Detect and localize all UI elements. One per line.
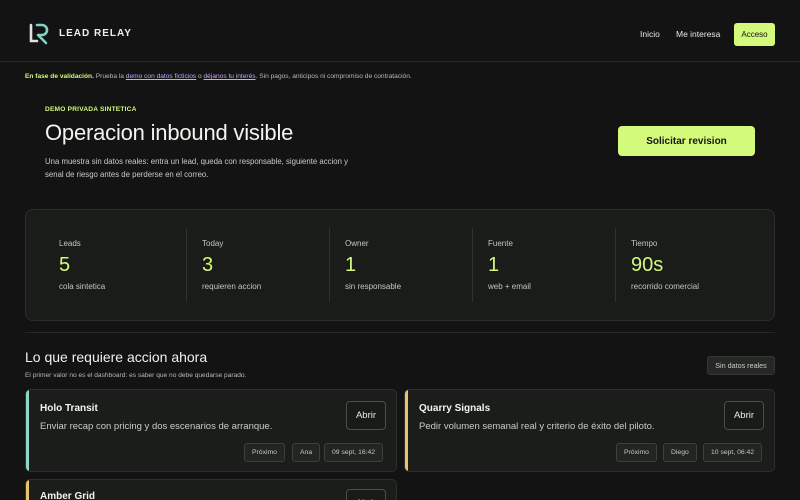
- card-name: Holo Transit: [40, 403, 98, 414]
- lead-card-quarry-signals[interactable]: Quarry Signals Pedir volumen semanal rea…: [404, 389, 775, 472]
- stats-panel: Leads 5 cola sintetica Today 3 requieren…: [25, 209, 775, 321]
- notice-text-3: . Sin pagos, anticipos ni compromiso de …: [255, 73, 412, 80]
- card-description: Pedir volumen semanal real y criterio de…: [419, 421, 655, 432]
- solicitar-revision-button[interactable]: Solicitar revision: [618, 126, 755, 156]
- stat-tiempo: Tiempo 90s recorrido comercial: [615, 228, 758, 302]
- interest-link[interactable]: déjanos tu interés: [204, 73, 256, 80]
- acceso-button[interactable]: Acceso: [734, 23, 775, 46]
- stat-sub: requieren accion: [202, 282, 262, 291]
- tag-owner: Diego: [663, 443, 697, 462]
- card-accent: [26, 390, 29, 471]
- stat-sub: recorrido comercial: [631, 282, 700, 291]
- stat-leads: Leads 5 cola sintetica: [44, 228, 187, 302]
- hero-eyebrow: DEMO PRIVADA SINTETICA: [45, 106, 137, 113]
- stat-value: 3: [202, 254, 214, 276]
- sin-datos-badge: Sin datos reales: [707, 356, 775, 375]
- lr-monogram-icon[interactable]: [29, 23, 49, 45]
- stat-value: 90s: [631, 254, 664, 276]
- abrir-button[interactable]: Abrir: [724, 401, 764, 430]
- card-accent: [26, 480, 29, 500]
- notice-text-1: Prueba la: [93, 73, 126, 80]
- validation-notice: En fase de validación. Prueba la demo co…: [25, 73, 412, 80]
- abrir-button[interactable]: Abrir: [346, 489, 386, 500]
- section-subtitle: El primer valor no es el dashboard: es s…: [25, 372, 247, 379]
- tag-status: Próximo: [244, 443, 285, 462]
- card-name: Quarry Signals: [419, 403, 491, 414]
- stat-sub: web + email: [488, 282, 531, 291]
- stat-fuente: Fuente 1 web + email: [472, 228, 615, 302]
- stat-label: Today: [202, 239, 224, 248]
- stat-label: Tiempo: [631, 239, 658, 248]
- stat-label: Fuente: [488, 239, 513, 248]
- tag-owner: Ana: [292, 443, 321, 462]
- stat-today: Today 3 requieren accion: [186, 228, 329, 302]
- brand-name: LEAD RELAY: [59, 28, 132, 39]
- demo-link[interactable]: demo con datos ficticios: [126, 73, 196, 80]
- tag-date: 09 sept, 16:42: [324, 443, 384, 462]
- notice-lead: En fase de validación.: [25, 73, 94, 80]
- stat-label: Owner: [345, 239, 369, 248]
- stat-owner: Owner 1 sin responsable: [329, 228, 472, 302]
- section-divider: [25, 332, 775, 333]
- top-header: LEAD RELAY Inicio Me interesa Acceso: [0, 0, 800, 62]
- card-description: Enviar recap con pricing y dos escenario…: [40, 421, 273, 432]
- stat-value: 1: [488, 254, 500, 276]
- notice-text-2: o: [196, 73, 204, 80]
- card-accent: [405, 390, 408, 471]
- abrir-button[interactable]: Abrir: [346, 401, 386, 430]
- nav-me-interesa[interactable]: Me interesa: [676, 29, 720, 39]
- lead-card-amber-grid[interactable]: Amber Grid Abrir: [25, 479, 397, 500]
- stat-sub: cola sintetica: [59, 282, 106, 291]
- page-title: Operacion inbound visible: [45, 120, 294, 145]
- section-title: Lo que requiere accion ahora: [25, 349, 208, 365]
- tag-date: 10 sept, 06:42: [703, 443, 763, 462]
- hero-description: Una muestra sin datos reales: entra un l…: [45, 157, 348, 179]
- stat-value: 5: [59, 254, 71, 276]
- lead-card-holo-transit[interactable]: Holo Transit Enviar recap con pricing y …: [25, 389, 397, 472]
- tag-status: Próximo: [616, 443, 657, 462]
- card-name: Amber Grid: [40, 491, 96, 500]
- stat-label: Leads: [59, 239, 81, 248]
- stat-sub: sin responsable: [345, 282, 402, 291]
- nav-inicio[interactable]: Inicio: [640, 29, 660, 39]
- stat-value: 1: [345, 254, 357, 276]
